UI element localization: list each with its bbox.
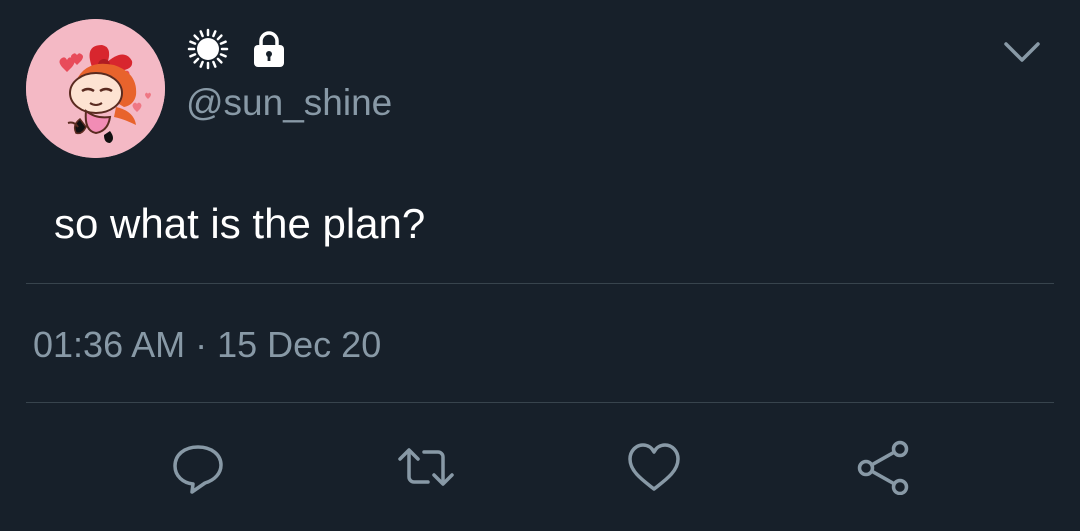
retweet-icon — [398, 448, 454, 486]
action-bar — [0, 436, 1080, 498]
reply-button[interactable] — [167, 436, 229, 498]
sun-icon — [187, 28, 229, 70]
retweet-button[interactable] — [395, 436, 457, 498]
divider — [26, 283, 1054, 284]
tweet-date: 15 Dec 20 — [217, 324, 382, 365]
avatar-image — [26, 19, 165, 158]
share-icon — [857, 440, 909, 495]
tweet-text: so what is the plan? — [54, 200, 426, 247]
reply-icon — [173, 445, 223, 494]
chevron-down-icon[interactable] — [1002, 38, 1042, 66]
share-button[interactable] — [852, 436, 914, 498]
avatar[interactable] — [26, 19, 165, 158]
tweet-time: 01:36 AM — [33, 324, 186, 365]
divider — [26, 402, 1054, 403]
user-handle[interactable]: @sun_shine — [186, 80, 392, 126]
like-button[interactable] — [623, 436, 685, 498]
display-name[interactable] — [186, 26, 288, 72]
lock-icon — [254, 31, 284, 67]
timestamp-separator: · — [185, 324, 218, 365]
like-icon — [628, 443, 680, 491]
timestamp: 01:36 AM · 15 Dec 20 — [33, 322, 381, 368]
